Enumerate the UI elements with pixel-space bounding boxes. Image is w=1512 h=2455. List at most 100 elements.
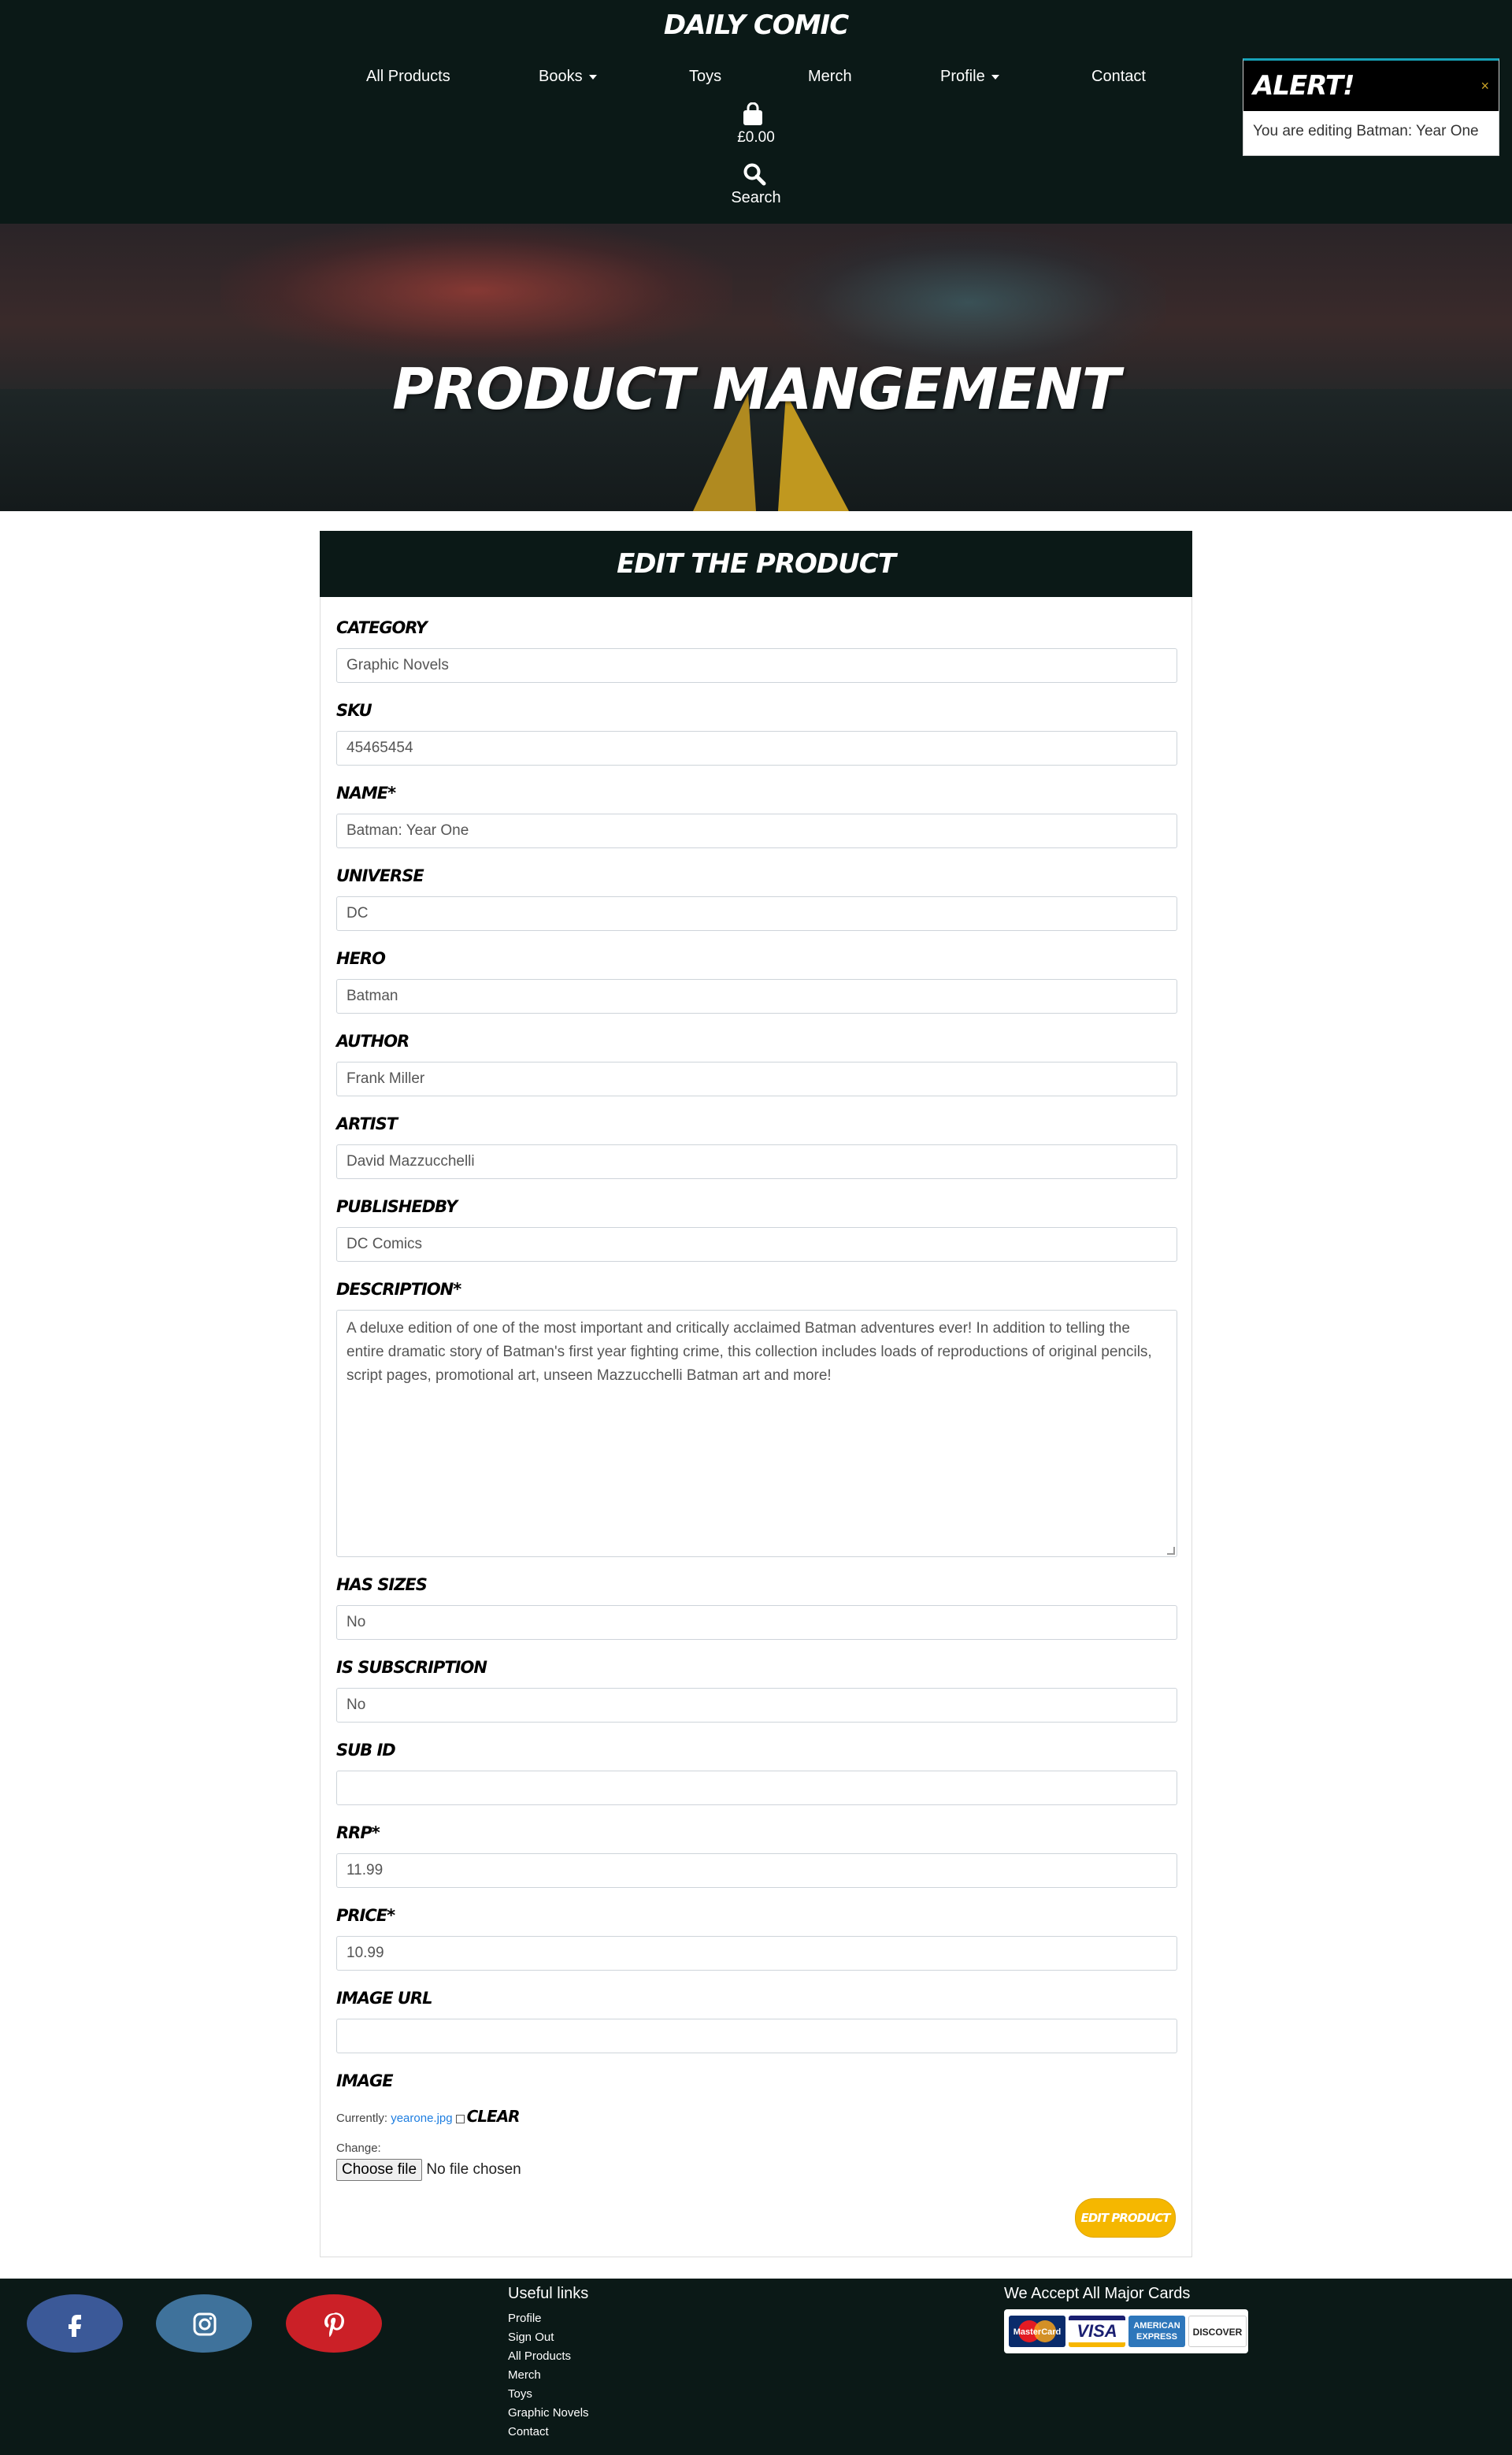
no-file-text: No file chosen [426,2161,521,2178]
nav-contact[interactable]: Contact [1091,68,1146,86]
is-subscription-select[interactable]: No [336,1688,1177,1723]
footer-link-sign-out[interactable]: Sign Out [508,2328,589,2347]
search-icon[interactable] [743,162,766,186]
description-textarea[interactable]: A deluxe edition of one of the most impo… [336,1310,1177,1557]
clear-checkbox[interactable] [455,2114,465,2123]
hero-label: HERO [336,949,386,968]
close-icon[interactable]: × [1480,78,1489,95]
amex-logo: AMERICAN EXPRESS [1128,2316,1185,2347]
image-url-field: IMAGE URL [336,1989,1177,2053]
has-sizes-select[interactable]: No [336,1605,1177,1640]
name-field: NAME* Batman: Year One [336,784,1177,848]
mastercard-text: MasterCard [1013,2327,1062,2337]
sub-id-input[interactable] [336,1771,1177,1805]
price-input[interactable]: 10.99 [336,1936,1177,1971]
useful-links: Useful links Profile Sign Out All Produc… [508,2285,589,2442]
description-field: DESCRIPTION* A deluxe edition of one of … [336,1280,1177,1557]
publishedby-label: PUBLISHEDBY [336,1197,458,1216]
pinterest-button[interactable] [286,2294,382,2353]
description-text: A deluxe edition of one of the most impo… [346,1320,1152,1384]
category-label: CATEGORY [336,618,428,637]
sku-input[interactable]: 45465454 [336,731,1177,766]
currently-label: Currently: [336,2112,388,2125]
publishedby-input[interactable]: DC Comics [336,1227,1177,1262]
name-input[interactable]: Batman: Year One [336,814,1177,848]
sub-id-label: SUB ID [336,1741,396,1760]
nav-books[interactable]: Books [539,68,597,86]
artist-input[interactable]: David Mazzucchelli [336,1144,1177,1179]
search-label[interactable]: Search [0,189,1512,207]
alert-title: ALERT! [1253,70,1355,102]
footer-link-graphic-novels[interactable]: Graphic Novels [508,2404,589,2423]
facebook-icon [69,2315,81,2337]
site-footer: Useful links Profile Sign Out All Produc… [0,2279,1512,2455]
nav-profile-label: Profile [940,68,985,85]
hero-input[interactable]: Batman [336,979,1177,1014]
choose-file-button[interactable]: Choose file [336,2159,423,2181]
footer-link-merch[interactable]: Merch [508,2366,589,2385]
alert-toast: ALERT! × You are editing Batman: Year On… [1243,58,1499,156]
artist-label: ARTIST [336,1114,398,1133]
resize-handle-icon[interactable] [1167,1547,1175,1555]
form-heading: EDIT THE PRODUCT [320,531,1192,597]
rrp-field: RRP* 11.99 [336,1823,1177,1888]
image-url-input[interactable] [336,2019,1177,2053]
description-label: DESCRIPTION* [336,1280,461,1299]
current-image-link[interactable]: yearone.jpg [391,2112,452,2125]
has-sizes-label: HAS SIZES [336,1575,428,1594]
edit-product-button[interactable]: EDIT PRODUCT [1075,2198,1176,2238]
change-label: Change: [336,2142,381,2155]
site-header: DAILY COMIC All Products Books Toys Merc… [0,0,1512,224]
nav-books-label: Books [539,68,583,85]
accepted-cards-title: We Accept All Major Cards [1004,2285,1191,2302]
is-subscription-field: IS SUBSCRIPTION No [336,1658,1177,1723]
artist-field: ARTIST David Mazzucchelli [336,1114,1177,1179]
clear-label[interactable]: CLEAR [467,2107,521,2126]
hero-light-right [772,232,1166,373]
image-url-label: IMAGE URL [336,1989,432,2008]
category-field: CATEGORY Graphic Novels [336,618,1177,683]
hero-banner: PRODUCT MANGEMENT [0,224,1512,511]
author-field: AUTHOR Frank Miller [336,1032,1177,1096]
price-field: PRICE* 10.99 [336,1906,1177,1971]
file-input[interactable]: Choose file No file chosen [336,2159,521,2181]
image-current-row: Currently: yearone.jpg CLEAR [336,2107,521,2126]
rrp-label: RRP* [336,1823,380,1842]
page-title: PRODUCT MANGEMENT [392,356,1121,422]
discover-logo: DISCOVER [1188,2316,1247,2347]
alert-message: You are editing Batman: Year One [1253,123,1479,139]
category-select[interactable]: Graphic Novels [336,648,1177,683]
card-logos: MasterCard VISA AMERICAN EXPRESS DISCOVE… [1004,2309,1248,2353]
price-label: PRICE* [336,1906,395,1925]
pinterest-icon [324,2312,344,2338]
footer-link-toys[interactable]: Toys [508,2385,589,2404]
universe-label: UNIVERSE [336,866,424,885]
sku-label: SKU [336,701,372,720]
footer-link-profile[interactable]: Profile [508,2309,589,2328]
hero-light-left [220,224,732,358]
rrp-input[interactable]: 11.99 [336,1853,1177,1888]
chevron-down-icon [588,74,597,80]
image-label: IMAGE [336,2071,394,2090]
nav-profile[interactable]: Profile [940,68,999,86]
useful-links-title: Useful links [508,2285,589,2302]
nav-merch[interactable]: Merch [808,68,852,86]
instagram-button[interactable] [156,2294,252,2353]
visa-logo: VISA [1069,2316,1125,2347]
nav-all-products[interactable]: All Products [366,68,450,86]
nav-toys[interactable]: Toys [689,68,721,86]
footer-link-all-products[interactable]: All Products [508,2347,589,2366]
universe-input[interactable]: DC [336,896,1177,931]
chevron-down-icon [991,74,999,80]
author-input[interactable]: Frank Miller [336,1062,1177,1096]
alert-header: ALERT! × [1243,61,1499,111]
edit-product-form: EDIT THE PRODUCT CATEGORY Graphic Novels… [320,531,1192,2257]
site-logo[interactable]: DAILY COMIC [0,9,1512,41]
footer-link-contact[interactable]: Contact [508,2423,589,2442]
universe-field: UNIVERSE DC [336,866,1177,931]
hero-field: HERO Batman [336,949,1177,1014]
shopping-bag-icon[interactable] [742,102,764,126]
sub-id-field: SUB ID [336,1741,1177,1805]
mastercard-logo: MasterCard [1009,2316,1065,2347]
facebook-button[interactable] [27,2294,123,2353]
